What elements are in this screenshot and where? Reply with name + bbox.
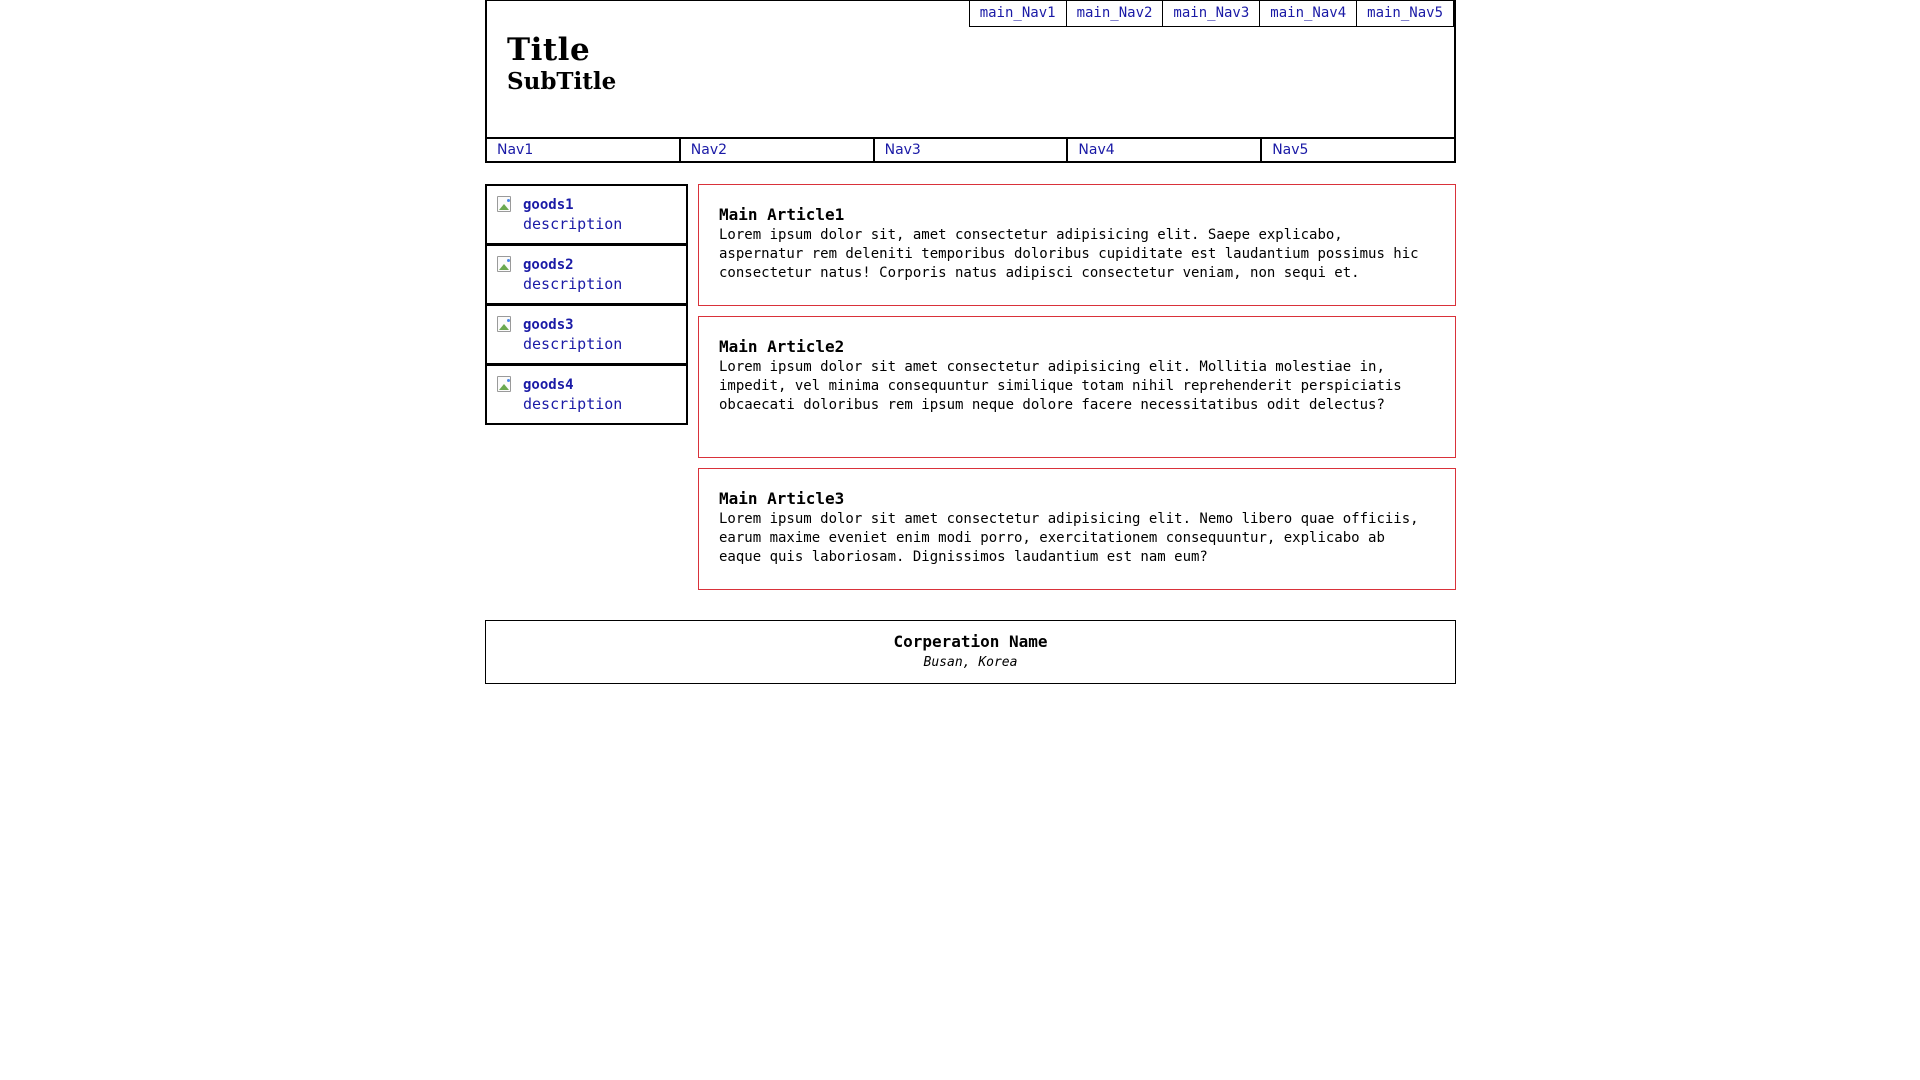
goods-name: goods2 [523, 257, 574, 273]
broken-image-icon [497, 196, 513, 212]
article-body: Lorem ipsum dolor sit amet consectetur a… [719, 511, 1419, 565]
goods-name: goods1 [523, 197, 574, 213]
goods-item-4[interactable]: goods4 description [485, 364, 688, 425]
goods-item-3[interactable]: goods3 description [485, 304, 688, 365]
main-article-2: Main Article2 Lorem ipsum dolor sit amet… [698, 316, 1456, 458]
broken-image-icon [497, 256, 513, 272]
goods-description: description [523, 395, 623, 413]
goods-text: goods4 description [523, 376, 622, 414]
article-title: Main Article2 [719, 337, 845, 356]
main-article-1: Main Article1 Lorem ipsum dolor sit, ame… [698, 184, 1456, 306]
nav-item-2[interactable]: Nav2 [678, 139, 873, 161]
page-title: Title [507, 32, 591, 68]
goods-text: goods2 description [523, 256, 622, 294]
nav-item-5[interactable]: Nav5 [1260, 139, 1454, 161]
goods-text: goods3 description [523, 316, 622, 354]
nav-item-3[interactable]: Nav3 [872, 139, 1067, 161]
main-nav-item-4[interactable]: main_Nav4 [1259, 1, 1358, 27]
broken-image-icon [497, 316, 513, 332]
broken-image-icon [497, 376, 513, 392]
article-title: Main Article1 [719, 205, 845, 224]
article-title: Main Article3 [719, 489, 845, 508]
page-container: main_Nav1 main_Nav2 main_Nav3 main_Nav4 … [485, 0, 1456, 684]
goods-item-2[interactable]: goods2 description [485, 244, 688, 305]
goods-item-1[interactable]: goods1 description [485, 184, 688, 245]
main-nav-item-3[interactable]: main_Nav3 [1162, 1, 1261, 27]
main-nav-item-2[interactable]: main_Nav2 [1065, 1, 1164, 27]
header-text: Title SubTitle [507, 33, 616, 97]
goods-text: goods1 description [523, 196, 622, 234]
nav-item-1[interactable]: Nav1 [487, 139, 679, 161]
main-nav-item-1[interactable]: main_Nav1 [968, 1, 1067, 27]
goods-name: goods3 [523, 317, 574, 333]
goods-sidebar: goods1 description goods2 description go… [485, 184, 688, 425]
corporation-name: Corperation Name [893, 632, 1048, 651]
goods-description: description [523, 335, 623, 353]
secondary-nav: Nav1 Nav2 Nav3 Nav4 Nav5 [485, 137, 1456, 163]
main-nav-item-5[interactable]: main_Nav5 [1356, 1, 1454, 27]
goods-description: description [523, 275, 623, 293]
article-body: Lorem ipsum dolor sit, amet consectetur … [719, 227, 1419, 281]
article-body: Lorem ipsum dolor sit amet consectetur a… [719, 359, 1402, 413]
corporation-address: Busan, Korea [923, 655, 1018, 670]
main-article-3: Main Article3 Lorem ipsum dolor sit amet… [698, 468, 1456, 590]
page-subtitle: SubTitle [507, 68, 617, 95]
page-header: main_Nav1 main_Nav2 main_Nav3 main_Nav4 … [485, 0, 1456, 163]
goods-name: goods4 [523, 377, 574, 393]
nav-item-4[interactable]: Nav4 [1066, 139, 1260, 161]
page-footer: Corperation Name Busan, Korea [485, 620, 1456, 684]
goods-description: description [523, 215, 623, 233]
main-nav: main_Nav1 main_Nav2 main_Nav3 main_Nav4 … [968, 1, 1454, 27]
